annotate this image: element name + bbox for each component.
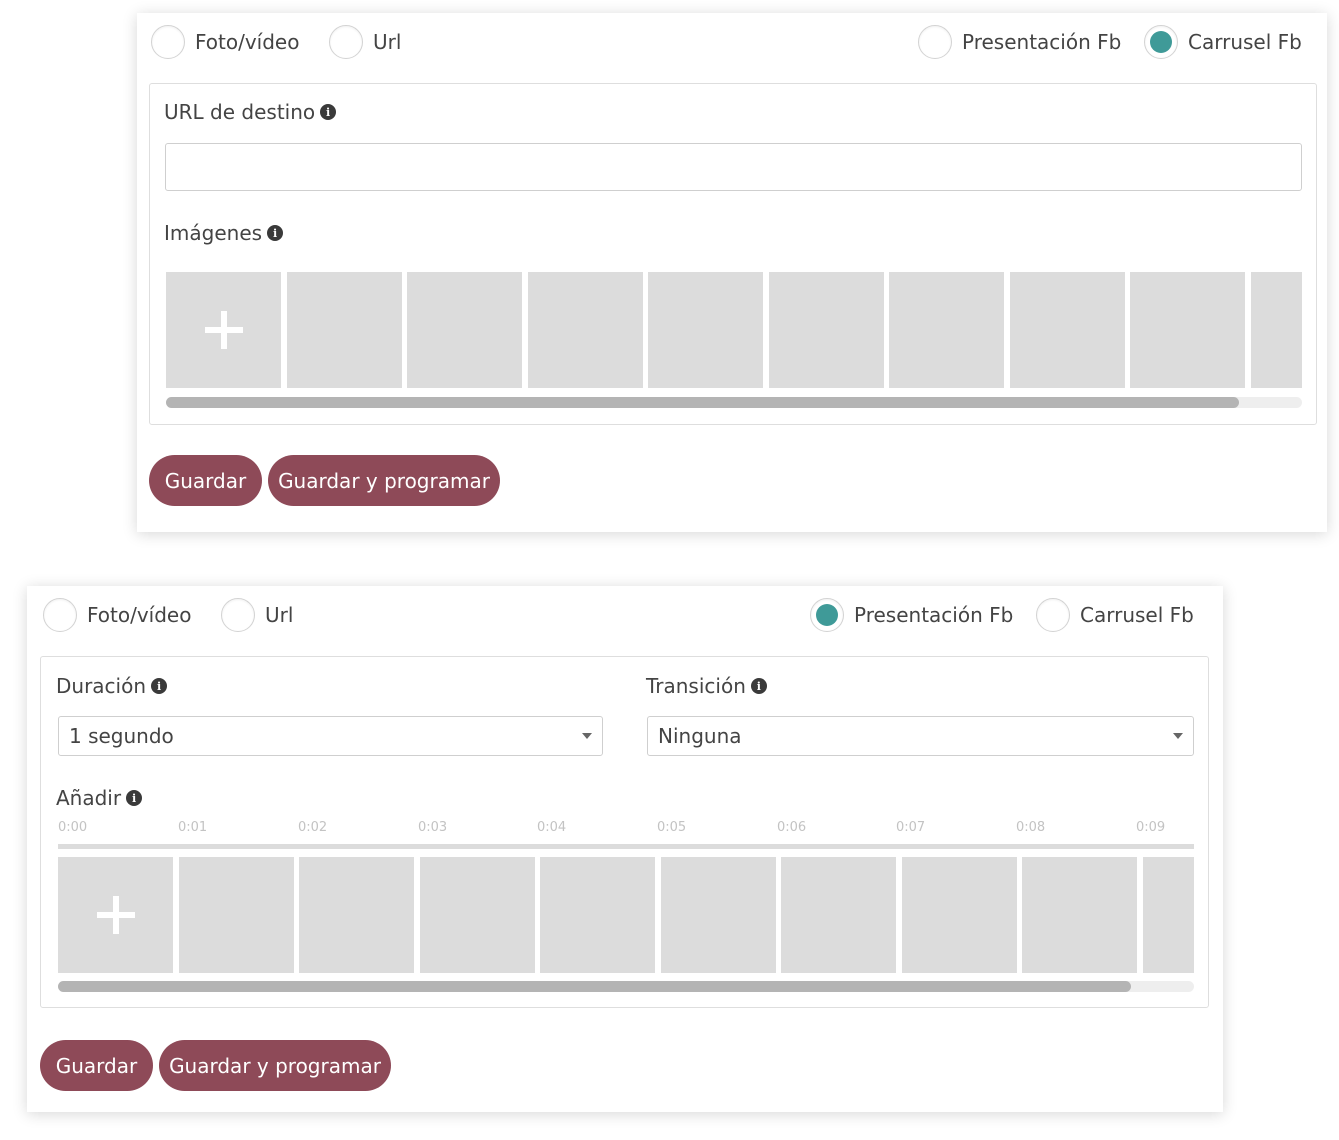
info-icon[interactable]: i — [750, 678, 767, 694]
radio-presentacion-fb[interactable]: Presentación Fb — [918, 25, 1121, 59]
url-label-text: URL de destino — [164, 100, 316, 124]
caret-down-icon — [1173, 733, 1183, 739]
image-slot[interactable] — [902, 857, 1017, 973]
radio-label: Carrusel Fb — [1188, 30, 1302, 54]
plus-icon — [204, 311, 243, 349]
timeline-tick: 0:08 — [1016, 820, 1046, 835]
add-image-button[interactable] — [166, 272, 281, 388]
image-slot[interactable] — [661, 857, 776, 973]
radio-label: Carrusel Fb — [1080, 603, 1194, 627]
image-slot[interactable] — [889, 272, 1004, 388]
url-input[interactable] — [165, 143, 1302, 191]
info-icon[interactable]: i — [267, 225, 284, 241]
image-slot[interactable] — [540, 857, 655, 973]
scrollbar-thumb[interactable] — [58, 981, 1131, 992]
info-icon[interactable]: i — [151, 678, 168, 694]
image-strip — [166, 272, 1302, 388]
image-slot[interactable] — [179, 857, 294, 973]
radio-circle — [810, 598, 844, 632]
horizontal-scrollbar[interactable] — [58, 981, 1194, 992]
image-slot[interactable] — [1130, 272, 1245, 388]
image-slot[interactable] — [1143, 857, 1194, 973]
timeline-tick: 0:04 — [537, 820, 567, 835]
add-label: Añadir i — [56, 786, 143, 810]
slideshow-form-card: Foto/vídeo Url Presentación Fb Carrusel … — [27, 586, 1223, 1112]
save-button[interactable]: Guardar — [40, 1040, 153, 1091]
carousel-form-card: Foto/vídeo Url Presentación Fb Carrusel … — [137, 13, 1327, 532]
carousel-panel: URL de destino i Imágenes i — [149, 83, 1317, 425]
images-label: Imágenes i — [164, 221, 284, 245]
image-slot[interactable] — [769, 272, 884, 388]
image-slot[interactable] — [528, 272, 643, 388]
radio-circle — [329, 25, 363, 59]
timeline-ruler: 0:00 0:01 0:02 0:03 0:04 0:05 0:06 0:07 … — [58, 820, 1194, 850]
image-slot[interactable] — [299, 857, 414, 973]
caret-down-icon — [582, 733, 592, 739]
save-and-schedule-button[interactable]: Guardar y programar — [268, 455, 500, 506]
save-button[interactable]: Guardar — [149, 455, 262, 506]
post-type-selector: Foto/vídeo Url Presentación Fb Carrusel … — [137, 13, 1327, 71]
radio-foto-video[interactable]: Foto/vídeo — [151, 25, 299, 59]
image-slot[interactable] — [781, 857, 896, 973]
slideshow-panel: Duración i 1 segundo Transición i Ningun… — [40, 656, 1209, 1008]
radio-circle — [151, 25, 185, 59]
timeline-tick: 0:06 — [777, 820, 807, 835]
radio-circle — [918, 25, 952, 59]
timeline-tick: 0:09 — [1136, 820, 1166, 835]
radio-label: Foto/vídeo — [87, 603, 192, 627]
duration-select-value: 1 segundo — [69, 724, 174, 748]
info-icon[interactable]: i — [320, 104, 337, 120]
horizontal-scrollbar[interactable] — [166, 397, 1302, 408]
radio-presentacion-fb[interactable]: Presentación Fb — [810, 598, 1013, 632]
radio-carrusel-fb[interactable]: Carrusel Fb — [1036, 598, 1194, 632]
transition-label: Transición i — [646, 674, 767, 698]
add-label-text: Añadir — [56, 786, 122, 810]
radio-url[interactable]: Url — [329, 25, 401, 59]
radio-circle — [1036, 598, 1070, 632]
radio-label: Url — [373, 30, 402, 54]
info-icon[interactable]: i — [126, 790, 143, 806]
image-slot[interactable] — [1022, 857, 1137, 973]
timeline-tick: 0:07 — [896, 820, 926, 835]
duration-select[interactable]: 1 segundo — [58, 716, 603, 756]
image-strip — [58, 857, 1194, 973]
images-label-text: Imágenes — [164, 221, 263, 245]
image-slot[interactable] — [1010, 272, 1125, 388]
image-slot[interactable] — [407, 272, 522, 388]
timeline-tick: 0:03 — [418, 820, 448, 835]
duration-label-text: Duración — [56, 674, 147, 698]
radio-circle — [221, 598, 255, 632]
transition-select-value: Ninguna — [658, 724, 742, 748]
radio-label: Foto/vídeo — [195, 30, 300, 54]
timeline-tick: 0:05 — [657, 820, 687, 835]
add-image-button[interactable] — [58, 857, 173, 973]
radio-circle — [1144, 25, 1178, 59]
duration-label: Duración i — [56, 674, 168, 698]
url-label: URL de destino i — [164, 100, 337, 124]
plus-icon — [96, 896, 135, 934]
radio-carrusel-fb[interactable]: Carrusel Fb — [1144, 25, 1302, 59]
radio-url[interactable]: Url — [221, 598, 293, 632]
post-type-selector: Foto/vídeo Url Presentación Fb Carrusel … — [27, 586, 1223, 644]
timeline-tick: 0:00 — [58, 820, 88, 835]
radio-circle — [43, 598, 77, 632]
transition-label-text: Transición — [646, 674, 746, 698]
timeline-line — [58, 844, 1194, 849]
scrollbar-thumb[interactable] — [166, 397, 1239, 408]
image-slot[interactable] — [287, 272, 402, 388]
radio-label: Presentación Fb — [854, 603, 1014, 627]
timeline-tick: 0:01 — [178, 820, 208, 835]
transition-select[interactable]: Ninguna — [647, 716, 1194, 756]
image-slot[interactable] — [1251, 272, 1302, 388]
timeline-tick: 0:02 — [298, 820, 328, 835]
radio-label: Url — [265, 603, 294, 627]
image-slot[interactable] — [420, 857, 535, 973]
radio-label: Presentación Fb — [962, 30, 1122, 54]
radio-foto-video[interactable]: Foto/vídeo — [43, 598, 191, 632]
save-and-schedule-button[interactable]: Guardar y programar — [159, 1040, 391, 1091]
image-slot[interactable] — [648, 272, 763, 388]
